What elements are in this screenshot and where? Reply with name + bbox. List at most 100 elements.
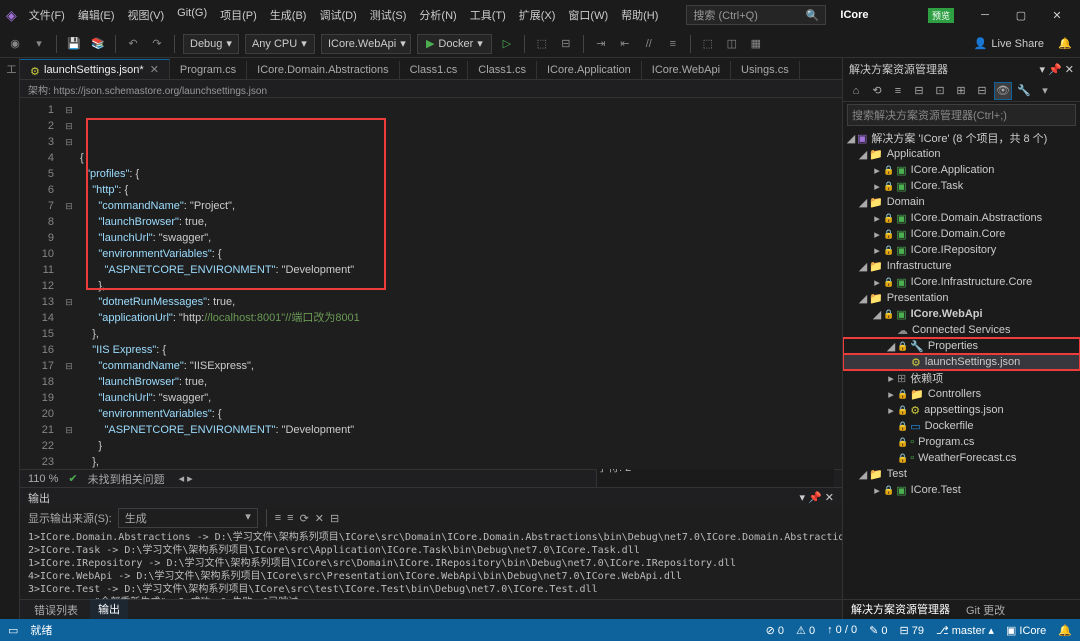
save-icon[interactable]: ≡ <box>889 82 907 100</box>
program-file[interactable]: 🔒▫Program.cs <box>843 434 1080 450</box>
liveshare-button[interactable]: 👤Live Share <box>968 35 1050 52</box>
menu-edit[interactable]: 编辑(E) <box>72 3 121 27</box>
launchsettings-file[interactable]: ⚙launchSettings.json <box>843 354 1080 370</box>
folder-infra[interactable]: ◢📁Infrastructure <box>843 258 1080 274</box>
status-errors[interactable]: ⊘ 0 <box>766 624 784 637</box>
tab-domain-abs[interactable]: ICore.Domain.Abstractions <box>247 61 399 79</box>
proj-dom-abs[interactable]: ▸🔒▣ICore.Domain.Abstractions <box>843 210 1080 226</box>
startup-dropdown[interactable]: ICore.WebApi▾ <box>321 34 411 54</box>
refresh-icon[interactable]: ⊞ <box>952 82 970 100</box>
tb-icon-4[interactable]: ⇤ <box>616 35 634 53</box>
panel-menu-icon[interactable]: ▾ 📌 ✕ <box>1039 63 1074 76</box>
tab-webapi[interactable]: ICore.WebApi <box>642 61 731 79</box>
dockerfile[interactable]: 🔒▭Dockerfile <box>843 418 1080 434</box>
folder-application[interactable]: ◢📁Application <box>843 146 1080 162</box>
status-task[interactable]: ⊟ 79 <box>899 624 924 637</box>
tb-icon-2[interactable]: ⊟ <box>557 35 575 53</box>
rtab-solution[interactable]: 解决方案资源管理器 <box>843 599 958 621</box>
prop-icon[interactable]: ⊟ <box>973 82 991 100</box>
rtab-git[interactable]: Git 更改 <box>958 600 1013 620</box>
folder-domain[interactable]: ◢📁Domain <box>843 194 1080 210</box>
proj-app[interactable]: ▸🔒▣ICore.Application <box>843 162 1080 178</box>
config-dropdown[interactable]: Debug▾ <box>183 34 239 54</box>
menu-git[interactable]: Git(G) <box>171 3 213 27</box>
proj-webapi[interactable]: ◢🔒▣ICore.WebApi <box>843 306 1080 322</box>
appsettings-file[interactable]: ▸🔒⚙appsettings.json <box>843 402 1080 418</box>
proj-dom-core[interactable]: ▸🔒▣ICore.Domain.Core <box>843 226 1080 242</box>
menu-analyze[interactable]: 分析(N) <box>413 3 462 27</box>
properties-folder[interactable]: ◢🔒🔧Properties <box>843 338 1080 354</box>
solution-search[interactable]: 搜索解决方案资源管理器(Ctrl+;) <box>847 104 1076 126</box>
redo-icon[interactable]: ↷ <box>148 35 166 53</box>
folder-presentation[interactable]: ◢📁Presentation <box>843 290 1080 306</box>
tab-errorlist[interactable]: 错误列表 <box>26 600 86 620</box>
menu-window[interactable]: 窗口(W) <box>562 3 614 27</box>
menu-file[interactable]: 文件(F) <box>23 3 71 27</box>
undo-icon[interactable]: ↶ <box>124 35 142 53</box>
status-warnings[interactable]: ⚠ 0 <box>796 624 815 637</box>
menu-view[interactable]: 视图(V) <box>122 3 171 27</box>
controllers-folder[interactable]: ▸🔒📁Controllers <box>843 386 1080 402</box>
sync-icon[interactable]: ⟲ <box>868 82 886 100</box>
proj-test[interactable]: ▸🔒▣ICore.Test <box>843 482 1080 498</box>
output-source-dropdown[interactable]: 生成▾ <box>118 508 258 528</box>
more-icon[interactable]: ▾ <box>1036 82 1054 100</box>
proj-irepo[interactable]: ▸🔒▣ICore.IRepository <box>843 242 1080 258</box>
output-text[interactable]: 1>ICore.Domain.Abstractions -> D:\学习文件\架… <box>20 529 842 599</box>
code-editor[interactable]: 1234567891011121314151617181920212223242… <box>20 98 842 469</box>
dependencies[interactable]: ▸⊞依赖项 <box>843 370 1080 386</box>
output-icon-2[interactable]: ≡ <box>287 512 293 524</box>
preview-icon[interactable]: 👁 <box>994 82 1012 100</box>
folder-test[interactable]: ◢📁Test <box>843 466 1080 482</box>
tab-output[interactable]: 输出 <box>90 599 128 621</box>
tab-program[interactable]: Program.cs <box>170 61 247 79</box>
tb-icon-5[interactable]: // <box>640 35 658 53</box>
zoom-level[interactable]: 110 % <box>28 473 58 485</box>
close-button[interactable]: ✕ <box>1040 4 1074 26</box>
tb-icon-3[interactable]: ⇥ <box>592 35 610 53</box>
menu-debug[interactable]: 调试(D) <box>313 3 362 27</box>
save-icon[interactable]: 💾 <box>65 35 83 53</box>
menu-help[interactable]: 帮助(H) <box>615 3 664 27</box>
output-icon-1[interactable]: ≡ <box>275 512 281 524</box>
proj-task[interactable]: ▸🔒▣ICore.Task <box>843 178 1080 194</box>
home-icon[interactable]: ⌂ <box>847 82 865 100</box>
status-add[interactable]: ✎ 0 <box>869 624 887 637</box>
tb-icon-1[interactable]: ⬚ <box>533 35 551 53</box>
close-icon[interactable]: ✕ <box>150 63 159 76</box>
nav-fwd-icon[interactable]: ▾ <box>30 35 48 53</box>
menu-extensions[interactable]: 扩展(X) <box>513 3 562 27</box>
status-repo[interactable]: ▣ ICore <box>1006 624 1046 637</box>
maximize-button[interactable]: ▢ <box>1004 4 1038 26</box>
connected-services[interactable]: ☁Connected Services <box>843 322 1080 338</box>
tab-usings[interactable]: Usings.cs <box>731 61 800 79</box>
pin-icon[interactable]: ▾ 📌 ✕ <box>799 491 834 504</box>
feedback-icon[interactable]: 🔔 <box>1056 35 1074 53</box>
wrench-icon[interactable]: 🔧 <box>1015 82 1033 100</box>
tab-app[interactable]: ICore.Application <box>537 61 642 79</box>
menu-project[interactable]: 项目(P) <box>214 3 263 27</box>
menu-build[interactable]: 生成(B) <box>264 3 313 27</box>
nav-back-icon[interactable]: ◉ <box>6 35 24 53</box>
tab-class1a[interactable]: Class1.cs <box>400 61 469 79</box>
output-icon-3[interactable]: ⟳ <box>300 512 309 525</box>
tb-icon-9[interactable]: ▦ <box>747 35 765 53</box>
menu-tools[interactable]: 工具(T) <box>464 3 512 27</box>
solution-root[interactable]: ◢▣解决方案 'ICore' (8 个项目，共 8 个) <box>843 130 1080 146</box>
output-icon-5[interactable]: ⊟ <box>330 512 339 525</box>
platform-dropdown[interactable]: Any CPU▾ <box>245 34 315 54</box>
tb-icon-7[interactable]: ⬚ <box>699 35 717 53</box>
toolbox-tab[interactable]: 工 <box>2 64 17 74</box>
menu-test[interactable]: 测试(S) <box>364 3 413 27</box>
minimize-button[interactable]: ─ <box>968 4 1002 26</box>
saveall-icon[interactable]: 📚 <box>89 35 107 53</box>
status-branch[interactable]: ⎇ master ▴ <box>936 624 994 637</box>
showall-icon[interactable]: ⊡ <box>931 82 949 100</box>
output-icon-4[interactable]: ✕ <box>315 512 324 525</box>
weather-file[interactable]: 🔒▫WeatherForecast.cs <box>843 450 1080 466</box>
search-input[interactable]: 搜索 (Ctrl+Q)🔍 <box>686 5 826 25</box>
solution-tree[interactable]: ◢▣解决方案 'ICore' (8 个项目，共 8 个) ◢📁Applicati… <box>843 128 1080 599</box>
tab-class1b[interactable]: Class1.cs <box>468 61 537 79</box>
tab-launchsettings[interactable]: ⚙launchSettings.json*✕ <box>20 59 170 79</box>
proj-infra-core[interactable]: ▸🔒▣ICore.Infrastructure.Core <box>843 274 1080 290</box>
